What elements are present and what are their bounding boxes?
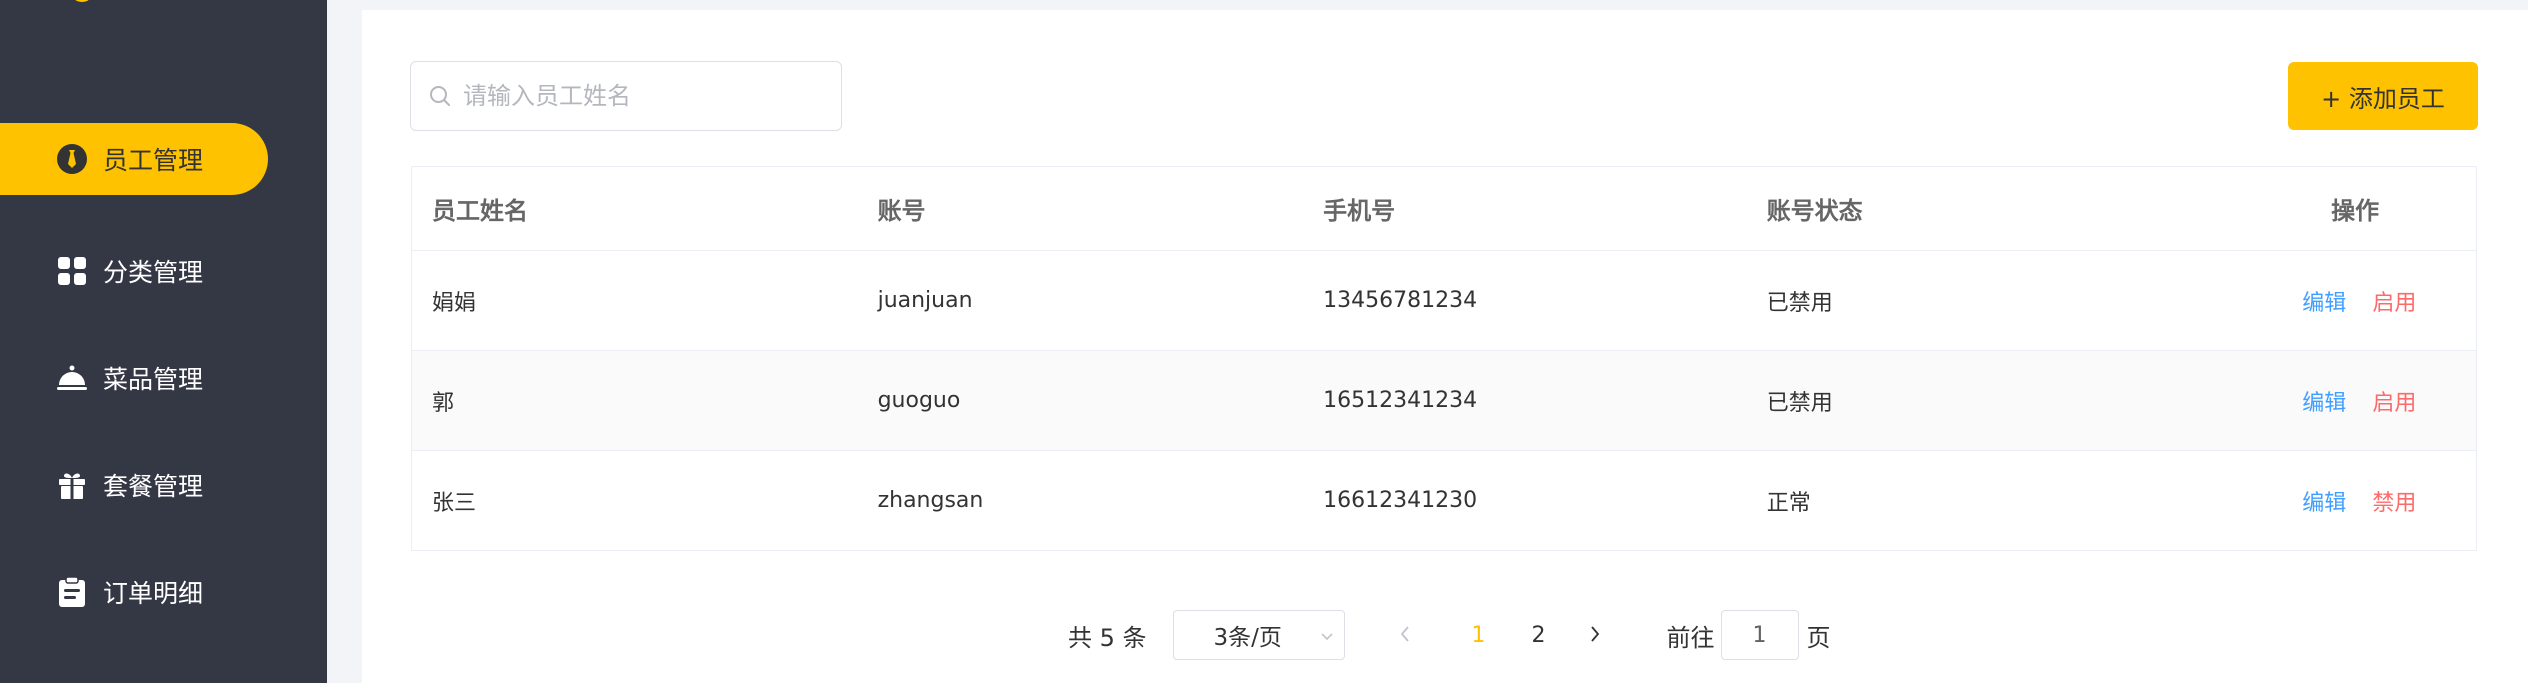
- employee-status: 已禁用: [1766, 390, 1833, 416]
- page-size-select[interactable]: 3条/页: [1172, 610, 1345, 660]
- chevron-down-icon: [1320, 622, 1334, 648]
- toggle-status-link[interactable]: 禁用: [2372, 485, 2416, 517]
- prev-page-button[interactable]: [1385, 615, 1425, 655]
- page-number-2[interactable]: 2: [1509, 623, 1569, 648]
- employee-name: 张三: [432, 490, 477, 516]
- search-box[interactable]: [410, 61, 842, 131]
- cloche-icon: [55, 361, 89, 395]
- table-header: 员工姓名 账号 手机号 账号状态 操作: [412, 167, 2476, 251]
- goto-page-input[interactable]: [1720, 610, 1799, 660]
- column-header-phone: 手机号: [1323, 197, 1396, 225]
- sidebar-item-category-management[interactable]: 分类管理: [0, 235, 268, 307]
- employee-phone: 16612341230: [1323, 488, 1478, 513]
- add-employee-button[interactable]: + 添加员工: [2288, 62, 2478, 130]
- column-header-status: 账号状态: [1766, 197, 1863, 225]
- toggle-status-link[interactable]: 启用: [2372, 285, 2416, 317]
- edit-link[interactable]: 编辑: [2302, 485, 2346, 517]
- employee-account: guoguo: [877, 388, 961, 413]
- search-input[interactable]: [463, 82, 823, 110]
- sidebar-item-combo-management[interactable]: 套餐管理: [0, 449, 268, 521]
- goto-label: 前往: [1666, 623, 1715, 652]
- logo: [70, 0, 94, 2]
- grid-icon: [55, 254, 89, 288]
- employee-table: 员工姓名 账号 手机号 账号状态 操作 娟娟 juanjuan 13456781…: [411, 166, 2477, 551]
- employee-name: 郭: [432, 390, 455, 416]
- total-count: 共 5 条: [1068, 623, 1147, 652]
- sidebar-item-employee-management[interactable]: 员工管理: [0, 123, 268, 195]
- pagination: 共 5 条 3条/页 1 2 前往 页: [1068, 610, 1831, 660]
- sidebar: 员工管理 分类管理 菜品管理 套餐管理 订单明细: [0, 0, 327, 683]
- gift-icon: [55, 468, 89, 502]
- sidebar-item-label: 员工管理: [103, 146, 204, 175]
- employee-phone: 13456781234: [1323, 288, 1478, 313]
- search-icon: [429, 85, 451, 107]
- row-actions: 编辑 启用: [2206, 385, 2476, 417]
- table-row: 张三 zhangsan 16612341230 正常 编辑 禁用: [412, 451, 2476, 551]
- page-number-1[interactable]: 1: [1449, 623, 1509, 648]
- employee-account: juanjuan: [877, 288, 973, 313]
- next-page-button[interactable]: [1575, 615, 1615, 655]
- page-size-value: 3条/页: [1213, 625, 1282, 651]
- clipboard-icon: [55, 575, 89, 609]
- tie-icon: [55, 142, 89, 176]
- table-row: 郭 guoguo 16512341234 已禁用 编辑 启用: [412, 351, 2476, 451]
- column-header-name: 员工姓名: [432, 197, 528, 225]
- table-row: 娟娟 juanjuan 13456781234 已禁用 编辑 启用: [412, 251, 2476, 351]
- employee-status: 已禁用: [1766, 290, 1833, 316]
- sidebar-item-label: 分类管理: [103, 258, 204, 287]
- sidebar-item-label: 套餐管理: [103, 472, 204, 501]
- employee-phone: 16512341234: [1323, 388, 1478, 413]
- edit-link[interactable]: 编辑: [2302, 285, 2346, 317]
- row-actions: 编辑 禁用: [2206, 485, 2476, 517]
- sidebar-item-label: 订单明细: [103, 579, 204, 608]
- edit-link[interactable]: 编辑: [2302, 385, 2346, 417]
- chevron-left-icon: [1400, 621, 1410, 649]
- sidebar-item-dish-management[interactable]: 菜品管理: [0, 342, 268, 414]
- column-header-actions: 操作: [2331, 197, 2380, 225]
- column-header-account: 账号: [877, 197, 926, 225]
- sidebar-item-order-details[interactable]: 订单明细: [0, 556, 268, 628]
- toggle-status-link[interactable]: 启用: [2372, 385, 2416, 417]
- employee-name: 娟娟: [432, 290, 477, 316]
- employee-account: zhangsan: [877, 488, 984, 513]
- goto-suffix: 页: [1806, 623, 1831, 652]
- row-actions: 编辑 启用: [2206, 285, 2476, 317]
- chevron-right-icon: [1590, 621, 1600, 649]
- sidebar-item-label: 菜品管理: [103, 365, 204, 394]
- employee-status: 正常: [1766, 490, 1811, 516]
